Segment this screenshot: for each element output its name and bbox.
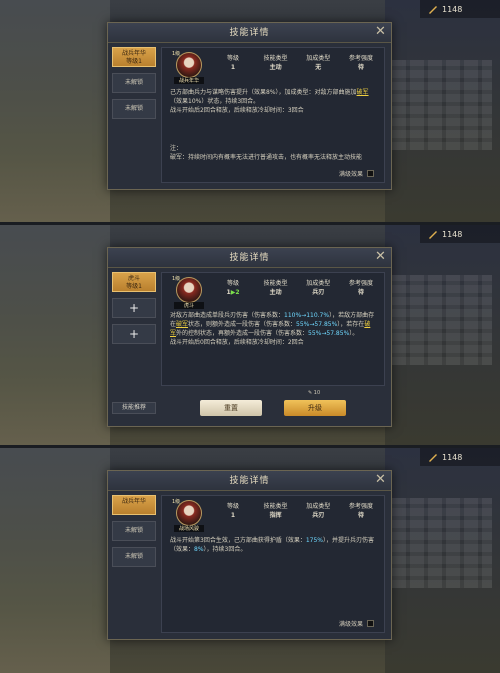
- close-icon[interactable]: ✕: [374, 250, 387, 264]
- avatar-level: 1级: [172, 499, 181, 505]
- skill-recommend-button[interactable]: 技能推荐: [112, 402, 156, 414]
- skill-tabs: 战兵年华 等级1 未解锁 未解锁: [112, 47, 156, 125]
- skill-info: 1级 虎斗 等级 1▶2 技能类型 主动 加成类型 兵刃 参考强度待 对敌方部曲造成单…: [161, 272, 385, 386]
- skill-info: 1级 战场风骏 等级 1 技能类型 指挥 加成类型 兵刃 参考强度待 战斗开始第3回合…: [161, 495, 385, 633]
- quill-icon: [429, 6, 437, 14]
- checkbox[interactable]: [367, 620, 374, 627]
- skill-description: 己方部曲兵力与谋略伤害提升（效果8%），加成类型：对敌方部曲施加破军（效果10%…: [170, 89, 369, 114]
- checkbox[interactable]: [367, 170, 374, 177]
- skill-stats: 等级 1▶2 技能类型 主动 加成类型 兵刃 参考强度待: [226, 280, 373, 296]
- max-effect-toggle[interactable]: 满级效果: [339, 619, 374, 628]
- skill-tab-1[interactable]: 虎斗 等级1: [112, 272, 156, 292]
- skill-tab-3[interactable]: 未解锁: [112, 99, 156, 119]
- skill-tab-2[interactable]: 未解锁: [112, 521, 156, 541]
- skill-stats: 等级 1 技能类型 指挥 加成类型 兵刃 参考强度待: [226, 503, 373, 519]
- currency-amount: 1148: [442, 452, 463, 462]
- max-effect-toggle[interactable]: 满级效果: [339, 169, 374, 178]
- skill-stats: 等级 1 技能类型 主动 加成类型无 参考强度待: [226, 55, 373, 71]
- skill-tab-1[interactable]: 战兵年华 等级1: [112, 47, 156, 67]
- upgrade-button[interactable]: 升级: [284, 400, 346, 416]
- skill-detail-dialog: 技能详情 ✕ 虎斗 等级1 + + 技能推荐 1级 虎斗 等级 1▶2 技能类型 主动…: [107, 247, 392, 427]
- skill-description: 对敌方部曲造成单段兵刃伤害（伤害系数：110%→110.7%），若敌方部曲存在破…: [170, 312, 375, 346]
- quill-icon: [429, 454, 437, 462]
- avatar-name: 战场风骏: [174, 525, 204, 532]
- currency-bar: 1148: [420, 448, 500, 466]
- skill-tabs: 战兵年华 未解锁 未解锁: [112, 495, 156, 573]
- add-skill-button[interactable]: +: [112, 324, 156, 344]
- currency-amount: 1148: [442, 4, 463, 14]
- dialog-title: 技能详情: [108, 471, 391, 491]
- skill-note: 注： 破军：持续时间内有概率无法进行普通攻击，也有概率无法释放主动技能: [170, 145, 363, 161]
- dialog-title: 技能详情: [108, 23, 391, 43]
- close-icon[interactable]: ✕: [374, 473, 387, 487]
- screenshot-panel-1: 1148 技能详情 ✕ 战兵年华 等级1 未解锁 未解锁 1级 战兵年华 等级 1 …: [0, 0, 500, 222]
- reset-button[interactable]: 重置: [200, 400, 262, 416]
- skill-tab-2[interactable]: 未解锁: [112, 73, 156, 93]
- skill-tab-3[interactable]: 未解锁: [112, 547, 156, 567]
- skill-tab-1[interactable]: 战兵年华: [112, 495, 156, 515]
- avatar-name: 虎斗: [174, 302, 204, 309]
- upgrade-cost: ✎ 10: [308, 390, 321, 396]
- close-icon[interactable]: ✕: [374, 25, 387, 39]
- skill-tabs: 虎斗 等级1 + +: [112, 272, 156, 350]
- avatar-level: 1级: [172, 276, 181, 282]
- add-skill-button[interactable]: +: [112, 298, 156, 318]
- skill-info: 1级 战兵年华 等级 1 技能类型 主动 加成类型无 参考强度待 己方部曲兵力与谋略…: [161, 47, 385, 183]
- screenshot-panel-2: 1148 技能详情 ✕ 虎斗 等级1 + + 技能推荐 1级 虎斗 等级 1▶2 技…: [0, 225, 500, 445]
- skill-detail-dialog: 技能详情 ✕ 战兵年华 等级1 未解锁 未解锁 1级 战兵年华 等级 1 技能类型主…: [107, 22, 392, 190]
- avatar-level: 1级: [172, 51, 181, 57]
- skill-description: 战斗开始第3回合生效，己方部曲获得护盾（效果：175%），并提升兵刃伤害（效果：…: [170, 537, 374, 553]
- dialog-title: 技能详情: [108, 248, 391, 268]
- screenshot-panel-3: 1148 技能详情 ✕ 战兵年华 未解锁 未解锁 1级 战场风骏 等级 1 技能类…: [0, 448, 500, 673]
- skill-detail-dialog: 技能详情 ✕ 战兵年华 未解锁 未解锁 1级 战场风骏 等级 1 技能类型 指挥 加…: [107, 470, 392, 640]
- currency-bar: 1148: [420, 0, 500, 18]
- currency-bar: 1148: [420, 225, 500, 243]
- quill-icon: [429, 231, 437, 239]
- currency-amount: 1148: [442, 229, 463, 239]
- avatar-name: 战兵年华: [174, 77, 204, 84]
